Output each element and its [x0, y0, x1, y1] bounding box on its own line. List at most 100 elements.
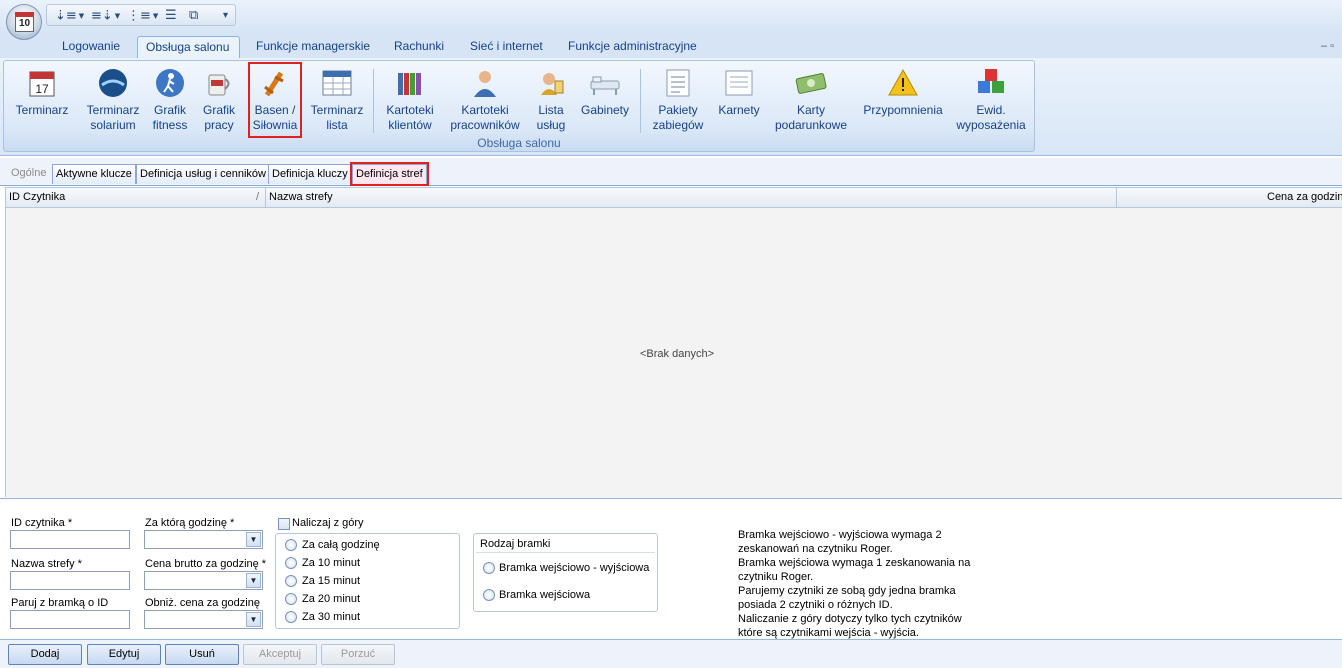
- reader-id-label: ID czytnika *: [11, 517, 73, 529]
- accept-button[interactable]: Akceptuj: [243, 644, 317, 665]
- edit-button[interactable]: Edytuj: [87, 644, 161, 665]
- discard-button[interactable]: Porzuć: [321, 644, 395, 665]
- discount-select[interactable]: ▼: [144, 610, 263, 629]
- option-15-min: Za 15 minut: [302, 575, 361, 587]
- charge-upfront-checkbox[interactable]: [278, 518, 290, 530]
- gate-type-title: Rodzaj bramki: [480, 538, 551, 550]
- tab-definicja-uslug-i-cennikow[interactable]: Definicja usług i cenników: [136, 164, 270, 184]
- kartoteki-pracownikow-button[interactable]: Kartoteki pracowników: [446, 67, 524, 133]
- charge-upfront-label: Naliczaj z góry: [292, 517, 364, 529]
- radio-15-min[interactable]: [285, 575, 297, 587]
- zone-form: ID czytnika * Nazwa strefy * Paruj z bra…: [0, 498, 1342, 640]
- option-gate-in: Bramka wejściowa: [499, 589, 591, 601]
- gabinety-button[interactable]: Gabinety: [578, 67, 632, 118]
- chevron-down-icon[interactable]: ▼: [246, 573, 261, 588]
- option-10-min: Za 10 minut: [302, 557, 361, 569]
- indent-glyph: ⋮≡: [127, 8, 151, 24]
- sort-ascending-icon[interactable]: ⇣≡ ▼: [55, 8, 84, 24]
- warning-icon: [887, 67, 919, 99]
- basen-silownia-sublabel: Siłownia: [252, 118, 298, 132]
- terminarz-lista-button[interactable]: Terminarz lista: [306, 67, 368, 133]
- option-30-min: Za 30 minut: [302, 611, 361, 623]
- packages-icon: [662, 67, 694, 99]
- info-line: Naliczanie z góry dotyczy tylko tych czy…: [738, 613, 962, 625]
- radio-30-min[interactable]: [285, 611, 297, 623]
- kartoteki-pracownikow-sublabel: pracowników: [450, 118, 520, 132]
- lista-uslug-button[interactable]: Lista usług: [530, 67, 572, 133]
- list-icon[interactable]: ☰: [165, 8, 177, 24]
- info-line: Parujemy czytniki ze sobą gdy jedna bram…: [738, 585, 956, 597]
- tab-ogolne[interactable]: Ogólne: [8, 164, 49, 184]
- customize-toolbar-icon[interactable]: ▾: [223, 8, 228, 24]
- delete-button[interactable]: Usuń: [165, 644, 239, 665]
- przypomnienia-button[interactable]: Przypomnienia: [860, 67, 946, 118]
- tab-aktywne-klucze[interactable]: Aktywne klucze: [52, 164, 136, 184]
- indent-icon[interactable]: ⋮≡ ▼: [127, 8, 158, 24]
- radio-20-min[interactable]: [285, 593, 297, 605]
- pair-gate-input[interactable]: [10, 610, 130, 629]
- kartoteki-klientow-sublabel: klientów: [388, 118, 432, 132]
- radio-gate-in-out[interactable]: [483, 562, 495, 574]
- tab-definicja-kluczy[interactable]: Definicja kluczy: [268, 164, 352, 184]
- layout-icon[interactable]: ⧉: [189, 8, 198, 24]
- tab-obsluga-salonu[interactable]: Obsługa salonu: [137, 36, 240, 58]
- info-text: Bramka wejściowo - wyjściowa wymaga 2 ze…: [738, 528, 970, 640]
- karty-podarunkowe-button[interactable]: Karty podarunkowe: [770, 67, 852, 133]
- add-button[interactable]: Dodaj: [8, 644, 82, 665]
- window-controls[interactable]: – ▫: [1321, 40, 1334, 52]
- grafik-fitness-sublabel: fitness: [152, 118, 188, 132]
- price-select[interactable]: ▼: [144, 571, 263, 590]
- column-id-czytnika[interactable]: ID Czytnika /: [6, 188, 266, 208]
- kartoteki-klientow-button[interactable]: Kartoteki klientów: [382, 67, 438, 133]
- ewid-wyposazenia-button[interactable]: Ewid. wyposażenia: [954, 67, 1028, 133]
- karnety-button[interactable]: Karnety: [714, 67, 764, 118]
- hour-label: Za którą godzinę *: [145, 517, 235, 529]
- tab-funkcje-managerskie[interactable]: Funkcje managerskie: [248, 36, 378, 58]
- lista-uslug-sublabel: usług: [536, 118, 566, 132]
- basen-silownia-button[interactable]: Basen / Siłownia: [248, 62, 302, 138]
- employee-icon: [469, 67, 501, 99]
- ewid-wyposazenia-sublabel: wyposażenia: [956, 118, 1026, 132]
- rooms-icon: [589, 67, 621, 99]
- karty-podarunkowe-sublabel: podarunkowe: [774, 118, 848, 132]
- empty-state-text: <Brak danych>: [640, 348, 714, 360]
- ribbon-group-label: Obsługa salonu: [477, 136, 561, 150]
- info-line: Bramka wejściowa wymaga 1 zeskanowania n…: [738, 557, 971, 569]
- work-mug-icon: [203, 67, 235, 99]
- radio-10-min[interactable]: [285, 557, 297, 569]
- column-cena-za-godzine[interactable]: Cena za godzinę: [1117, 188, 1342, 208]
- tab-funkcje-administracyjne[interactable]: Funkcje administracyjne: [560, 36, 705, 58]
- chevron-down-icon[interactable]: ▼: [246, 532, 261, 547]
- zones-grid[interactable]: ID Czytnika / Nazwa strefy Cena za godzi…: [5, 187, 1342, 498]
- reader-id-input[interactable]: [10, 530, 130, 549]
- column-nazwa-strefy[interactable]: Nazwa strefy: [266, 188, 1117, 208]
- terminarz-solarium-button[interactable]: Terminarz solarium: [80, 67, 146, 133]
- terminarz-button[interactable]: 17 Terminarz: [12, 67, 72, 118]
- grafik-pracy-button[interactable]: Grafik pracy: [198, 67, 240, 133]
- tab-siec-i-internet[interactable]: Sieć i internet: [462, 36, 551, 58]
- tab-logowanie[interactable]: Logowanie: [54, 36, 128, 58]
- hour-select[interactable]: ▼: [144, 530, 263, 549]
- tab-definicja-stref[interactable]: Definicja stref: [350, 162, 429, 186]
- grid-header: ID Czytnika / Nazwa strefy Cena za godzi…: [6, 188, 1342, 208]
- pool-gym-icon: [259, 67, 291, 99]
- gift-card-icon: [795, 67, 827, 99]
- sort-ascending-glyph: ⇣≡: [55, 8, 77, 24]
- application-menu-button[interactable]: 10: [6, 4, 42, 40]
- grafik-fitness-button[interactable]: Grafik fitness: [148, 67, 192, 133]
- chevron-down-icon[interactable]: ▼: [246, 612, 261, 627]
- price-label: Cena brutto za godzinę *: [145, 558, 267, 570]
- passes-icon: [723, 67, 755, 99]
- tab-rachunki[interactable]: Rachunki: [386, 36, 452, 58]
- basen-silownia-label: Basen /: [254, 103, 296, 117]
- fitness-icon: [154, 67, 186, 99]
- grafik-pracy-label: Grafik: [202, 103, 235, 117]
- sort-descending-icon[interactable]: ≡⇣ ▼: [91, 8, 120, 24]
- radio-full-hour[interactable]: [285, 539, 297, 551]
- zone-name-input[interactable]: [10, 571, 130, 590]
- svg-text:17: 17: [35, 82, 49, 96]
- radio-gate-in[interactable]: [483, 589, 495, 601]
- info-line: posiada 2 czytniki o różnych ID.: [738, 599, 893, 611]
- sub-tab-bar: Ogólne Aktywne klucze Definicja usług i …: [0, 158, 1342, 186]
- pakiety-zabiegow-button[interactable]: Pakiety zabiegów: [648, 67, 708, 133]
